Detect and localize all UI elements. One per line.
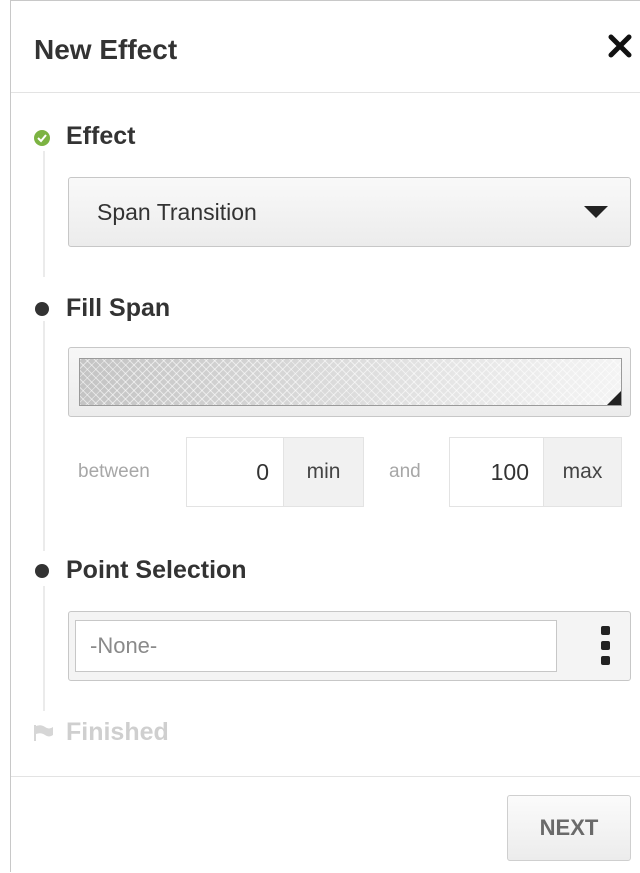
effect-select[interactable]: Span Transition: [68, 177, 631, 247]
timeline-line: [43, 321, 45, 551]
timeline-line: [43, 586, 45, 711]
next-button[interactable]: NEXT: [507, 795, 631, 861]
dropdown-arrow-icon: [584, 206, 608, 218]
resize-handle-icon[interactable]: [607, 391, 621, 405]
new-effect-dialog: New Effect Effect Span Transition Fill S…: [10, 0, 640, 872]
flag-icon: [34, 725, 53, 741]
between-label: between: [78, 461, 150, 482]
dialog-footer: NEXT: [11, 776, 640, 873]
range-row: between 0 min and 100 max: [68, 437, 631, 507]
max-input[interactable]: 100: [449, 437, 544, 507]
step-dot: [35, 302, 49, 316]
step-label-point-selection: Point Selection: [66, 556, 247, 584]
min-unit: min: [284, 437, 364, 507]
min-input[interactable]: 0: [186, 437, 284, 507]
dialog-title: New Effect: [34, 34, 178, 65]
step-label-finished: Finished: [66, 718, 169, 746]
step-dot: [35, 564, 49, 578]
max-unit: max: [544, 437, 622, 507]
step-label-fill-span: Fill Span: [66, 294, 171, 322]
step-complete-check-icon: [34, 130, 50, 146]
vertical-dots-icon[interactable]: [596, 626, 616, 666]
fill-span-preview: [68, 347, 631, 417]
dialog-header: New Effect: [11, 1, 640, 93]
step-label-effect: Effect: [66, 122, 136, 150]
fill-span-bar[interactable]: [79, 358, 622, 406]
effect-select-value: Span Transition: [97, 199, 257, 225]
close-icon: [608, 34, 632, 58]
close-button[interactable]: [607, 33, 637, 63]
point-selection-input[interactable]: -None-: [75, 620, 557, 672]
timeline-line: [43, 151, 45, 277]
and-label: and: [389, 461, 421, 482]
point-selection-control: -None-: [68, 611, 631, 681]
